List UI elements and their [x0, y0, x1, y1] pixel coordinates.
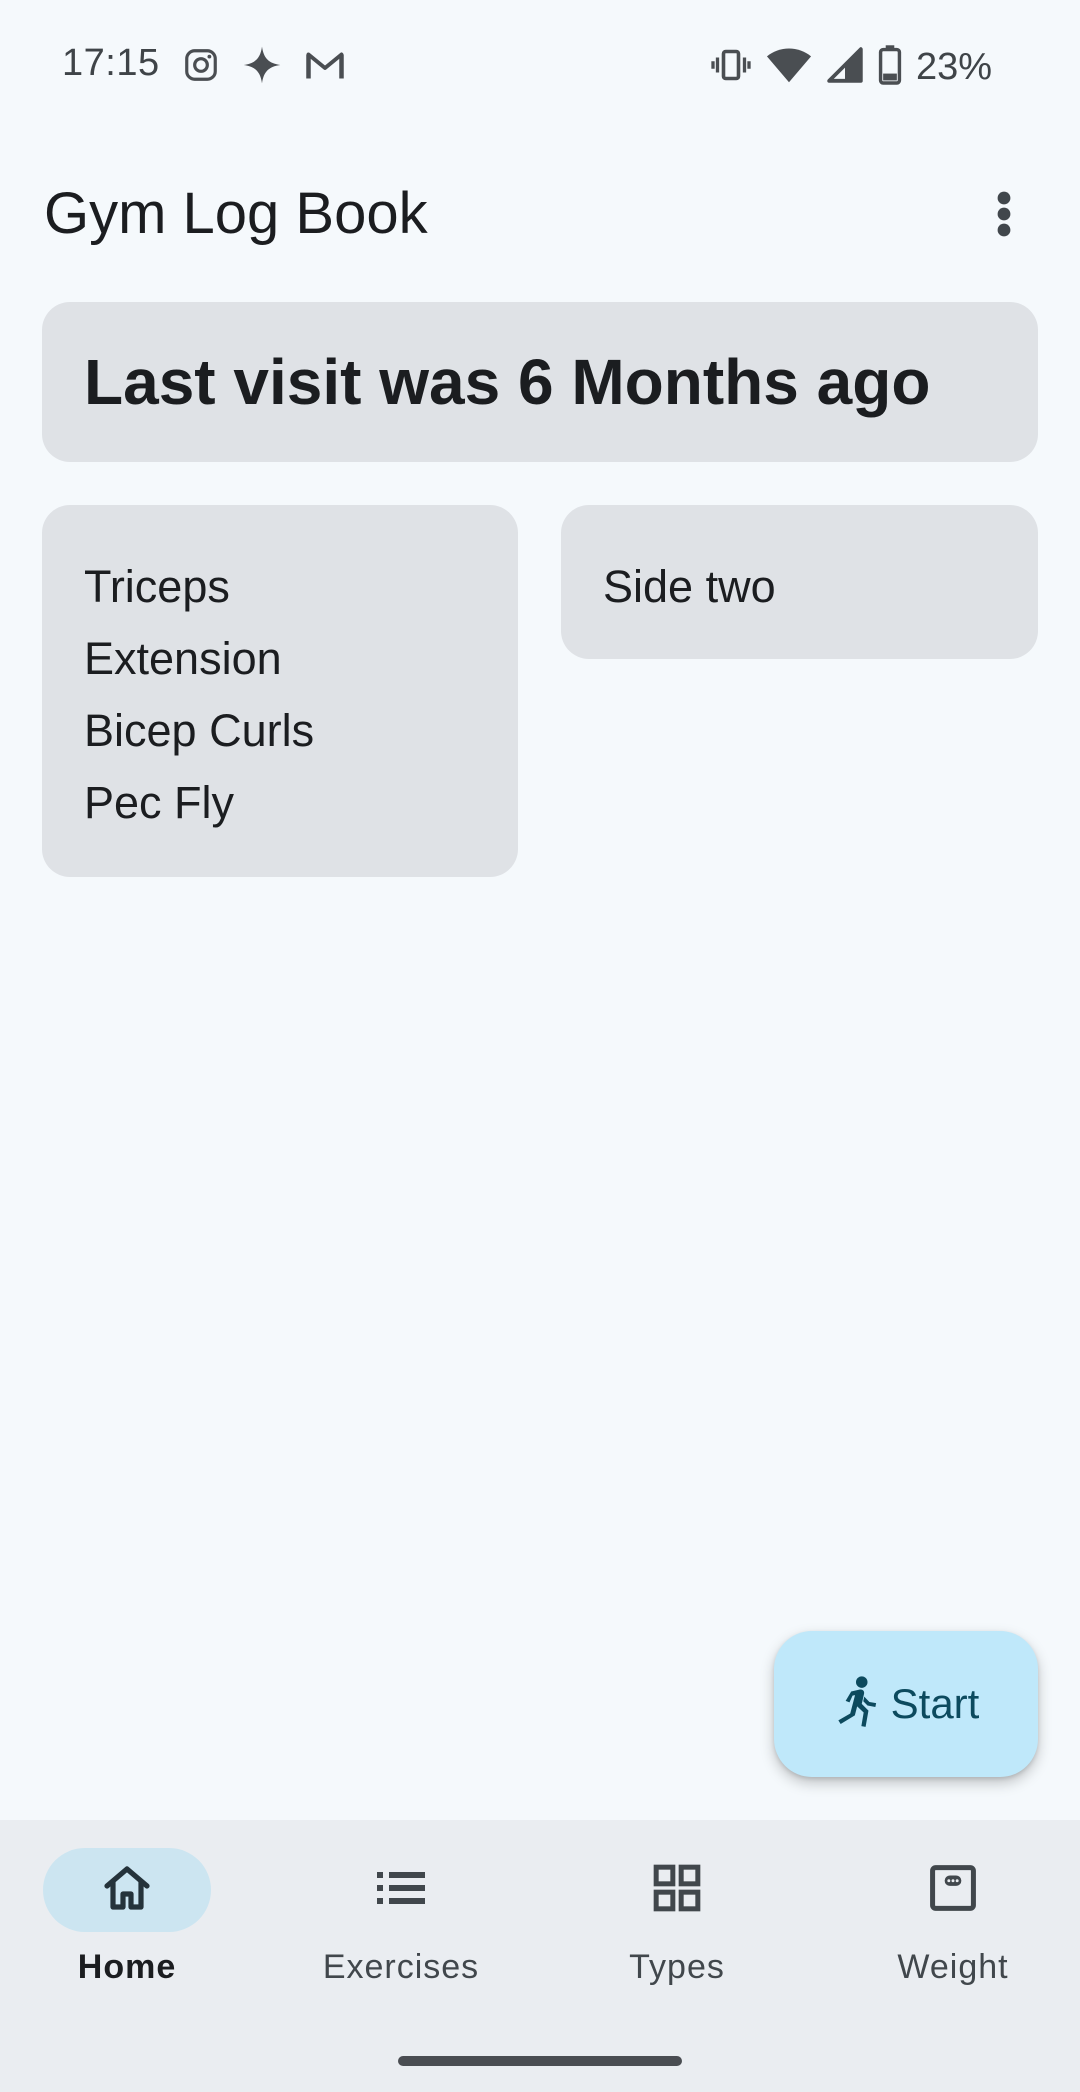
side-one-card[interactable]: Triceps Extension Bicep Curls Pec Fly: [42, 505, 518, 877]
more-vert-icon: [994, 190, 1014, 243]
gesture-handle[interactable]: [398, 2056, 682, 2066]
instagram-icon: [182, 46, 220, 89]
exercise-item: Extension: [84, 633, 282, 684]
exercise-item: Bicep Curls: [84, 705, 315, 756]
nav-label-weight: Weight: [897, 1948, 1009, 1986]
exercise-item: Triceps: [84, 561, 230, 612]
scale-icon: [928, 1863, 978, 1918]
app-title: Gym Log Book: [44, 181, 428, 246]
list-icon: [375, 1868, 427, 1913]
status-bar: 17:15 23%: [0, 0, 1080, 132]
gmail-icon: [304, 47, 346, 88]
start-workout-button[interactable]: Start: [774, 1631, 1038, 1777]
nav-active-indicator: [43, 1848, 211, 1932]
home-icon: [101, 1864, 153, 1917]
nav-item-types[interactable]: Types: [542, 1848, 812, 2008]
exercise-item: Pec Fly: [84, 777, 235, 828]
last-visit-card: Last visit was 6 Months ago: [42, 302, 1038, 462]
nav-label-types: Types: [629, 1948, 725, 1986]
start-label: Start: [890, 1680, 980, 1727]
sparkle-icon: [242, 45, 282, 90]
status-notification-icons: [182, 45, 346, 89]
nav-label-exercises: Exercises: [322, 1948, 480, 1986]
nav-indicator: [869, 1848, 1037, 1932]
status-time: 17:15: [62, 42, 160, 84]
signal-icon: [826, 46, 864, 89]
grid-icon: [652, 1863, 702, 1918]
more-options-button[interactable]: [974, 186, 1034, 246]
bottom-navigation: Home Exercises Types Weight: [0, 1820, 1080, 2092]
directions-run-icon: [833, 1674, 879, 1735]
nav-item-home[interactable]: Home: [0, 1848, 262, 2008]
status-system-icons: 23%: [710, 42, 992, 92]
battery-icon: [878, 44, 902, 91]
battery-percentage: 23%: [915, 45, 992, 88]
nav-indicator: [593, 1848, 761, 1932]
nav-item-weight[interactable]: Weight: [818, 1848, 1080, 2008]
nav-label-home: Home: [77, 1948, 177, 1986]
last-visit-text: Last visit was 6 Months ago: [84, 346, 931, 418]
vibrate-icon: [710, 47, 752, 88]
nav-item-exercises[interactable]: Exercises: [266, 1848, 536, 2008]
nav-indicator: [317, 1848, 485, 1932]
wifi-icon: [766, 45, 812, 90]
side-two-card[interactable]: Side two: [561, 505, 1038, 659]
side-two-label: Side two: [603, 561, 776, 612]
